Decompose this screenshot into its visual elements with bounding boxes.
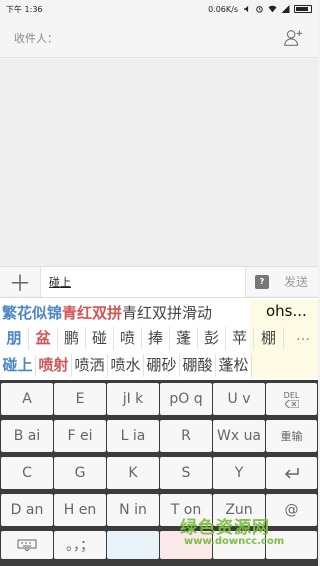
key-wx-ua[interactable]: Wx ua: [213, 420, 265, 452]
key-uv[interactable]: U v: [213, 383, 265, 415]
candidate-row-2: 朋 盆 鹏 碰 喷 捧 蓬 彭 苹 棚: [0, 326, 284, 351]
battery-icon: [294, 5, 312, 13]
candidate[interactable]: 碰上: [0, 354, 36, 377]
key-s[interactable]: S: [160, 457, 212, 489]
candidate[interactable]: 朋: [0, 327, 29, 350]
key-ik[interactable]: jI k: [107, 383, 159, 415]
key-f-ei[interactable]: F ei: [54, 420, 106, 452]
candidate[interactable]: 喷: [114, 327, 142, 350]
delete-key[interactable]: DEL: [266, 383, 317, 415]
status-time: 下午 1:36: [6, 4, 43, 14]
key-e[interactable]: E: [54, 383, 106, 415]
network-speed: 0.06K/s: [208, 4, 238, 14]
space-key-left[interactable]: [107, 531, 159, 559]
send-button[interactable]: 发送: [284, 273, 308, 290]
candidate[interactable]: 鹏: [58, 327, 86, 350]
candidate[interactable]: 繁花似锦: [0, 302, 62, 323]
key-a[interactable]: A: [1, 383, 53, 415]
status-bar: 下午 1:36 0.06K/s: [0, 0, 318, 18]
key-c[interactable]: C: [1, 457, 53, 489]
message-area: [0, 59, 318, 266]
key-g[interactable]: G: [54, 457, 106, 489]
key-d-an[interactable]: D an: [1, 494, 53, 526]
enter-key[interactable]: [266, 457, 317, 489]
key-y[interactable]: Y: [213, 457, 265, 489]
candidate[interactable]: 蓬: [170, 327, 198, 350]
candidate-row-3: 碰上 喷射 喷洒 喷水 硼砂 硼酸 蓬松: [0, 353, 252, 378]
candidate[interactable]: 彭: [198, 327, 226, 350]
ime-candidates: 繁花似锦 青红双拼 青红双拼滑动 ohs... 朋 盆 鹏 碰 喷 捧 蓬 彭 …: [0, 297, 318, 380]
key-b-ai[interactable]: B ai: [1, 420, 53, 452]
pinyin-preview: ohs...: [266, 302, 307, 320]
key-l-ia[interactable]: L ia: [107, 420, 159, 452]
wifi-icon: [268, 5, 277, 13]
candidate[interactable]: 硼砂: [144, 354, 180, 377]
recipient-label: 收件人：: [14, 31, 58, 45]
candidate[interactable]: 喷洒: [72, 354, 108, 377]
signal-icon: [281, 5, 290, 13]
mute-icon: [244, 5, 249, 13]
candidate[interactable]: 喷水: [108, 354, 144, 377]
candidate[interactable]: 蓬松: [216, 354, 252, 377]
backspace-icon: [284, 399, 299, 408]
candidate[interactable]: 青红双拼: [62, 302, 122, 323]
help-icon[interactable]: ?: [255, 274, 269, 289]
key-oq[interactable]: pO q: [160, 383, 212, 415]
enter-icon: [284, 468, 299, 479]
message-input[interactable]: 碰上: [40, 266, 246, 297]
candidate[interactable]: 苹: [226, 327, 254, 350]
keyboard-icon: [17, 539, 37, 551]
key-at[interactable]: @: [266, 494, 317, 526]
recipient-bar[interactable]: 收件人：: [0, 18, 318, 58]
candidate[interactable]: 棚: [254, 327, 284, 350]
alarm-icon: [256, 6, 263, 13]
key-h-en[interactable]: H en: [54, 494, 106, 526]
candidate-row-1: 繁花似锦 青红双拼 青红双拼滑动: [0, 300, 212, 325]
attach-plus-icon[interactable]: ＋: [0, 267, 40, 297]
add-contact-icon[interactable]: [282, 27, 304, 49]
key-r[interactable]: R: [160, 420, 212, 452]
composer-bar: ＋ 碰上 ? 发送: [0, 266, 318, 297]
candidate[interactable]: 青红双拼滑动: [122, 302, 212, 323]
reenter-key[interactable]: 重输: [266, 420, 317, 452]
key-k[interactable]: K: [107, 457, 159, 489]
candidate[interactable]: 盆: [29, 327, 58, 350]
message-text: 碰上: [49, 275, 71, 289]
candidate[interactable]: 捧: [142, 327, 170, 350]
punctuation-key[interactable]: 。，；: [54, 531, 106, 559]
key-n-in[interactable]: N in: [107, 494, 159, 526]
watermark-url: www.downcc.com: [184, 536, 285, 547]
delete-label: DEL: [283, 390, 300, 400]
status-icons: 0.06K/s: [208, 5, 312, 14]
more-candidates-icon[interactable]: …: [296, 328, 310, 344]
candidate[interactable]: 硼酸: [180, 354, 216, 377]
keyboard-switch-key[interactable]: [1, 531, 53, 559]
candidate[interactable]: 碰: [86, 327, 114, 350]
candidate[interactable]: 喷射: [36, 354, 72, 377]
watermark-logo: 绿色资源网: [180, 518, 270, 538]
